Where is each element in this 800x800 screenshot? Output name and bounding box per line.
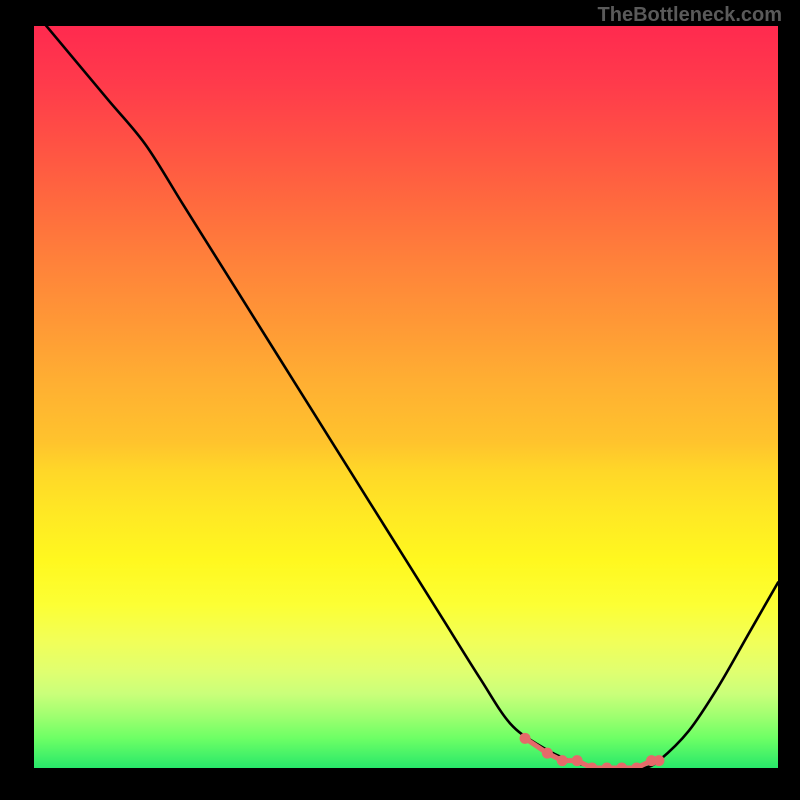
optimum-marker (616, 763, 627, 769)
optimum-marker (601, 763, 612, 769)
optimum-marker (542, 748, 553, 759)
optimum-markers (520, 733, 665, 768)
chart-svg (34, 26, 778, 768)
optimum-marker (572, 755, 583, 766)
optimum-marker (520, 733, 531, 744)
watermark-text: TheBottleneck.com (598, 4, 782, 27)
bottleneck-curve-line (34, 26, 778, 768)
optimum-marker (653, 755, 664, 766)
optimum-marker (557, 755, 568, 766)
chart-plot-area (34, 26, 778, 768)
